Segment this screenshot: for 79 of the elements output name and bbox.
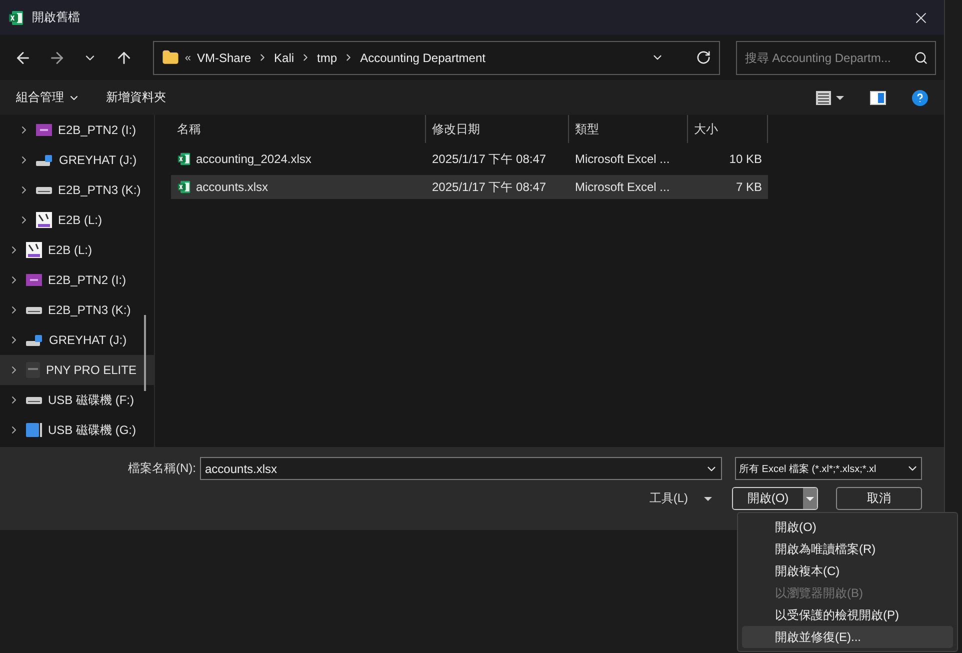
organize-button[interactable]: 組合管理 <box>16 89 80 106</box>
open-dropdown-button[interactable] <box>803 488 817 509</box>
usb-drive-icon <box>26 423 42 437</box>
size-cell-text: 7 KB <box>734 179 763 196</box>
date-cell-text: 2025/1/17 下午 08:47 <box>431 150 548 168</box>
window-title: 開啟舊檔 <box>32 9 81 26</box>
new-folder-button[interactable]: 新增資料夾 <box>106 89 166 106</box>
sidebar-item-label: E2B (L:) <box>58 213 102 227</box>
sidebar-item-label: E2B (L:) <box>48 243 92 257</box>
drive-icon <box>26 274 42 286</box>
network-drive-icon <box>26 334 43 346</box>
sidebar-item-label: E2B_PTN3 (K:) <box>58 183 141 197</box>
sidebar-item[interactable]: E2B (L:) <box>0 235 154 265</box>
sidebar-item-label: E2B_PTN2 (I:) <box>48 273 126 287</box>
overflow-indicator: « <box>184 52 191 64</box>
size-cell-text: 10 KB <box>728 151 763 168</box>
menu-item[interactable]: 開啟並修復(E)... <box>742 626 953 648</box>
filename-label: 檔案名稱(N): <box>128 460 196 477</box>
breadcrumb[interactable]: Accounting Department <box>360 50 486 64</box>
file-type-dropdown[interactable]: 所有 Excel 檔案 (*.xl*;*.xlsx;*.xl <box>735 457 922 480</box>
caret-icon <box>704 496 712 500</box>
sidebar-item-label: GREYHAT (J:) <box>59 153 137 167</box>
type-cell-text: Microsoft Excel ... <box>574 151 671 168</box>
help-icon[interactable] <box>912 90 928 106</box>
cancel-button[interactable]: 取消 <box>836 487 922 510</box>
column-header[interactable]: 名稱 <box>171 115 426 143</box>
filename-field[interactable]: accounts.xlsx <box>200 457 722 480</box>
sidebar-item[interactable]: USB 磁碟機 (G:) <box>0 415 154 445</box>
network-drive-icon <box>36 154 53 166</box>
disk-drive-icon <box>36 186 52 194</box>
tools-button[interactable]: 工具(L) <box>643 489 718 508</box>
column-header[interactable]: 修改日期 <box>426 115 569 143</box>
drive-icon <box>26 362 40 378</box>
search-field[interactable]: 搜尋 Accounting Departm... <box>736 40 936 74</box>
sidebar-item-label: USB 磁碟機 (G:) <box>48 422 136 438</box>
column-header[interactable]: 大小 <box>688 115 768 143</box>
menu-item[interactable]: 開啟為唯讀檔案(R) <box>742 538 953 560</box>
file-name: accounting_2024.xlsx <box>196 152 312 166</box>
sidebar-item-label: PNY PRO ELITE <box>46 363 136 377</box>
file-row[interactable]: accounting_2024.xlsx 2025/1/17 下午 08:47 Microsoft Excel ... 10 KB <box>171 147 768 171</box>
breadcrumb[interactable]: Kali <box>274 50 294 64</box>
caret-icon <box>806 496 814 500</box>
sidebar-item[interactable]: E2B (L:) <box>0 205 154 235</box>
breadcrumb[interactable]: VM-Share <box>197 50 252 64</box>
list-view-icon[interactable] <box>816 90 844 104</box>
drive-icon <box>36 124 52 136</box>
refresh-icon[interactable] <box>696 50 711 65</box>
type-cell-text: Microsoft Excel ... <box>574 179 671 196</box>
search-icon <box>914 50 928 64</box>
menu-item[interactable]: 以受保護的檢視開啟(P) <box>742 604 953 626</box>
folder-icon <box>162 49 179 66</box>
file-row[interactable]: accounts.xlsx 2025/1/17 下午 08:47 Microsoft Excel ... 7 KB <box>171 175 768 199</box>
disk-drive-icon <box>26 396 42 404</box>
sidebar-item[interactable]: E2B_PTN3 (K:) <box>0 175 154 205</box>
menu-item[interactable]: 開啟複本(C) <box>742 560 953 582</box>
excel-file-icon <box>177 152 191 166</box>
preview-pane-icon[interactable] <box>870 90 886 104</box>
disk-drive-icon <box>26 306 42 314</box>
breadcrumb[interactable]: tmp <box>317 50 338 64</box>
date-cell-text: 2025/1/17 下午 08:47 <box>431 178 548 196</box>
drive-icon <box>36 212 52 228</box>
sidebar-item[interactable]: E2B_PTN2 (I:) <box>0 115 154 145</box>
address-bar[interactable]: « VM-Share Kali tmp Accounting Department <box>152 40 720 74</box>
sidebar-item[interactable]: E2B_PTN2 (I:) <box>0 265 154 295</box>
column-header[interactable]: 類型 <box>569 115 688 143</box>
drive-icon <box>26 242 42 258</box>
sidebar-item[interactable]: E2B_PTN3 (K:) <box>0 295 154 325</box>
sidebar-item[interactable]: PNY PRO ELITE <box>0 355 154 385</box>
sidebar-item[interactable]: GREYHAT (J:) <box>0 325 154 355</box>
menu-item[interactable]: 開啟(O) <box>742 516 953 538</box>
sidebar-item[interactable]: USB 磁碟機 (F:) <box>0 385 154 415</box>
excel-file-icon <box>177 180 191 194</box>
sidebar-item[interactable]: GREYHAT (J:) <box>0 145 154 175</box>
excel-app-icon <box>8 10 24 26</box>
file-name: accounts.xlsx <box>196 180 268 194</box>
sidebar-item-label: GREYHAT (J:) <box>49 333 127 347</box>
sidebar-item-label: E2B_PTN3 (K:) <box>48 303 131 317</box>
sidebar-item-label: E2B_PTN2 (I:) <box>58 123 136 137</box>
sidebar-item-label: USB 磁碟機 (F:) <box>48 392 134 408</box>
